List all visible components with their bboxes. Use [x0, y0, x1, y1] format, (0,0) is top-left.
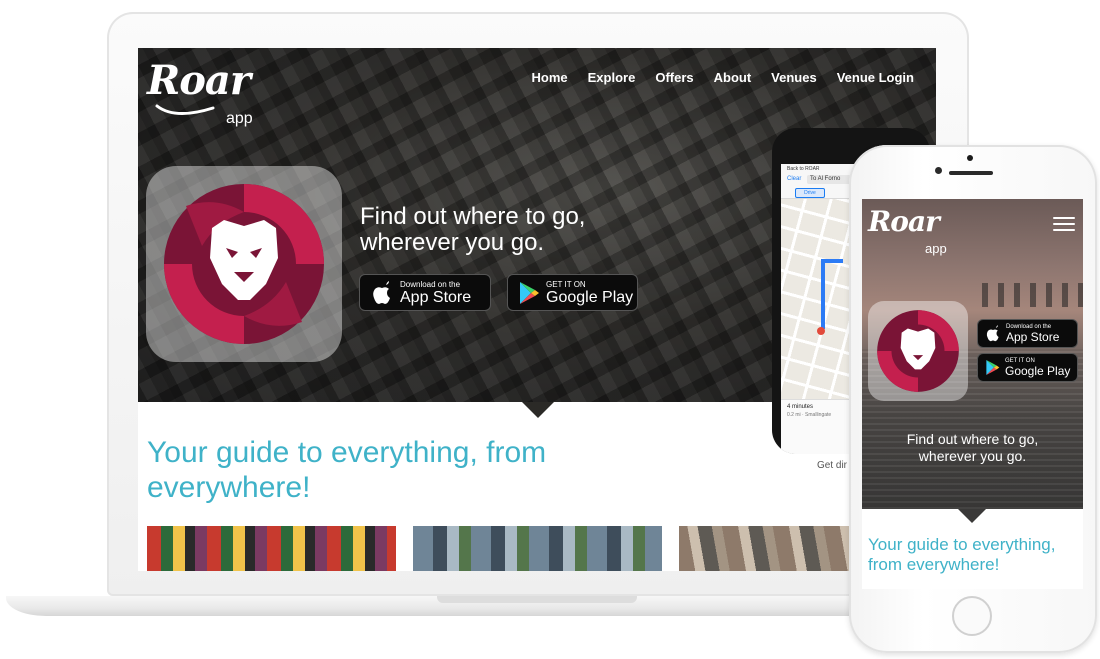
logo-swoosh-icon	[155, 104, 215, 115]
nav-venue-login[interactable]: Venue Login	[827, 71, 924, 85]
back-to-roar-link[interactable]: Back to ROAR	[787, 166, 820, 172]
nav-offers[interactable]: Offers	[645, 71, 703, 85]
google-play-icon	[986, 360, 1000, 375]
google-play-button[interactable]: GET IT ON Google Play	[507, 274, 638, 311]
earpiece-speaker	[949, 171, 993, 175]
mobile-tagline: Find out where to go, wherever you go.	[906, 431, 1039, 464]
app-icon	[146, 166, 342, 362]
drive-mode-tab[interactable]: Drive	[795, 188, 825, 198]
roar-logo[interactable]: Roar app	[147, 60, 253, 128]
apple-icon	[373, 280, 390, 304]
lion-logo-icon	[877, 310, 959, 392]
sensor-dot	[967, 155, 973, 161]
nav-venues[interactable]: Venues	[761, 71, 827, 85]
mobile-google-play-button[interactable]: GET IT ON Google Play	[977, 353, 1078, 382]
hero-pointer	[522, 402, 554, 418]
hero-tagline: Find out where to go, wherever you go.	[360, 203, 586, 256]
mobile-hero: Roar app Download on the App Store GET I…	[862, 199, 1083, 509]
main-nav: Home Explore Offers About Venues Venue L…	[522, 71, 924, 85]
get-directions-label: Get dir	[817, 460, 848, 471]
google-play-icon	[520, 281, 539, 304]
lion-logo-icon	[164, 184, 324, 344]
mobile-hero-pointer	[958, 509, 986, 523]
mobile-section-heading: Your guide to everything, from everywher…	[868, 535, 1056, 574]
route-segment	[821, 259, 825, 329]
mobile-app-icon	[868, 301, 968, 401]
device-mockup-scene: Roar app Home Explore Offers About Venue…	[0, 0, 1100, 659]
front-camera-icon	[935, 167, 942, 174]
white-phone-frame: Roar app Download on the App Store GET I…	[849, 145, 1097, 653]
section-heading: Your guide to everything, from everywher…	[147, 436, 547, 504]
city-thumbnail-2[interactable]	[413, 526, 662, 571]
hamburger-menu-icon[interactable]	[1053, 217, 1075, 235]
app-store-button[interactable]: Download on the App Store	[359, 274, 491, 311]
nav-explore[interactable]: Explore	[578, 71, 646, 85]
home-button[interactable]	[952, 596, 992, 636]
mobile-app-store-button[interactable]: Download on the App Store	[977, 319, 1078, 348]
city-thumbnail-1[interactable]	[147, 526, 396, 571]
nav-about[interactable]: About	[704, 71, 762, 85]
mobile-website: Roar app Download on the App Store GET I…	[862, 199, 1083, 589]
laptop-hinge-notch	[437, 596, 637, 603]
clear-button[interactable]: Clear	[787, 176, 801, 182]
destination-pin-icon	[817, 327, 825, 335]
nav-home[interactable]: Home	[522, 71, 578, 85]
apple-icon	[986, 325, 999, 342]
mobile-roar-logo[interactable]: Roar app	[868, 207, 947, 257]
